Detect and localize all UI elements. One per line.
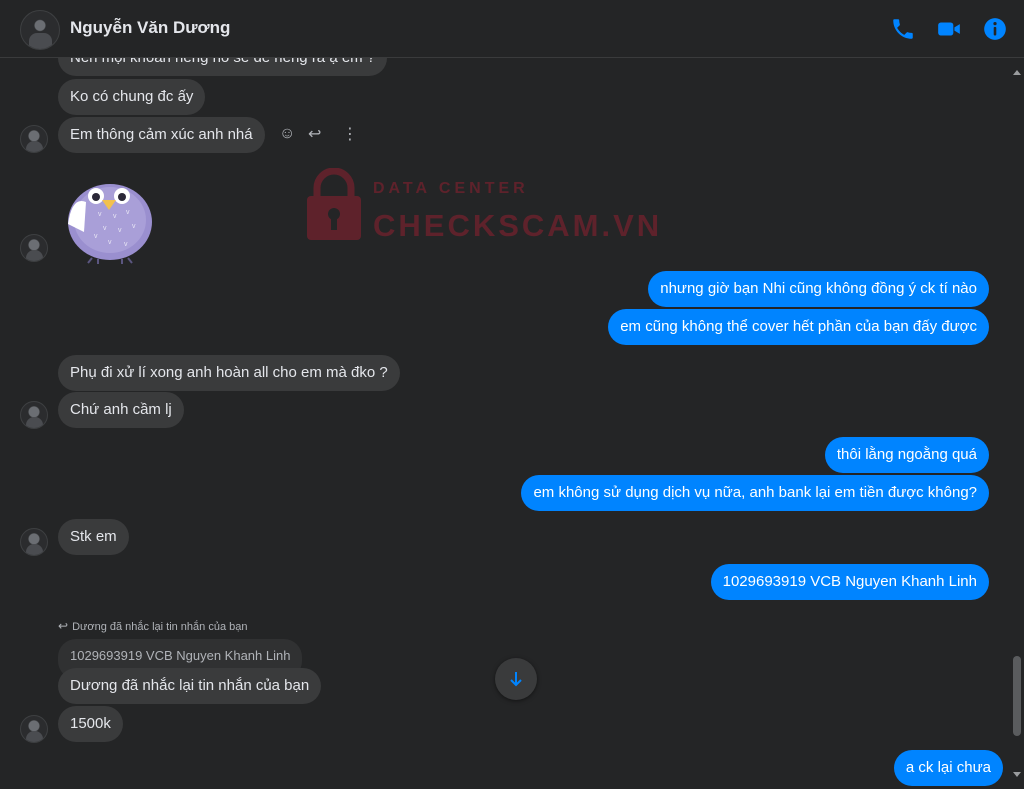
message-incoming[interactable]: Dương đã nhắc lại tin nhắn của bạn bbox=[58, 668, 322, 704]
owl-sticker[interactable]: vvv vvv vvv bbox=[58, 166, 158, 264]
more-options-icon[interactable]: ⋮ bbox=[342, 124, 358, 144]
sender-avatar[interactable] bbox=[20, 125, 48, 153]
sender-avatar[interactable] bbox=[20, 401, 48, 429]
svg-text:v: v bbox=[124, 241, 128, 248]
message-incoming[interactable]: Em thông cảm xúc anh nhá bbox=[58, 117, 265, 153]
svg-text:v: v bbox=[98, 211, 102, 218]
message-incoming[interactable]: Ko có chung đc ấy bbox=[58, 79, 206, 115]
message-incoming[interactable]: Nên mọi khoản riêng nó sẽ để riêng ra ạ … bbox=[58, 58, 388, 76]
message-outgoing[interactable]: thôi lằng ngoằng quá bbox=[824, 437, 989, 473]
phone-icon[interactable] bbox=[890, 16, 916, 42]
message-incoming[interactable]: Phụ đi xử lí xong anh hoàn all cho em mà… bbox=[58, 355, 400, 391]
svg-text:v: v bbox=[118, 227, 122, 234]
sender-avatar[interactable] bbox=[20, 715, 48, 743]
reply-icon: ↩ bbox=[58, 619, 69, 633]
conversation-header: Nguyễn Văn Dương bbox=[0, 0, 1024, 58]
react-emoji-icon[interactable]: ☺ bbox=[279, 125, 295, 143]
message-outgoing[interactable]: nhưng giờ bạn Nhi cũng không đồng ý ck t… bbox=[648, 271, 989, 307]
message-incoming[interactable]: Chứ anh cầm lj bbox=[58, 392, 184, 428]
scroll-to-bottom-button[interactable] bbox=[495, 658, 537, 700]
svg-text:v: v bbox=[113, 213, 117, 220]
svg-text:v: v bbox=[103, 225, 107, 232]
svg-text:v: v bbox=[94, 233, 98, 240]
message-outgoing[interactable]: em cũng không thể cover hết phần của bạn… bbox=[608, 309, 989, 345]
watermark-title: CHECKSCAM.VN bbox=[373, 208, 663, 243]
svg-text:v: v bbox=[132, 223, 136, 230]
message-incoming[interactable]: Stk em bbox=[58, 519, 129, 555]
message-outgoing[interactable]: em không sử dụng dịch vụ nữa, anh bank l… bbox=[521, 475, 989, 511]
reply-icon[interactable]: ↩ bbox=[308, 124, 321, 144]
svg-text:v: v bbox=[108, 239, 112, 246]
watermark: DATA CENTER CHECKSCAM.VN bbox=[305, 164, 659, 244]
contact-name[interactable]: Nguyễn Văn Dương bbox=[70, 18, 230, 38]
scrollbar-thumb[interactable] bbox=[1013, 656, 1021, 736]
sender-avatar[interactable] bbox=[20, 528, 48, 556]
reply-note: ↩ Dương đã nhắc lại tin nhắn của bạn bbox=[58, 619, 247, 633]
video-call-icon[interactable] bbox=[936, 16, 962, 42]
scroll-down-arrow[interactable] bbox=[1013, 772, 1021, 777]
arrow-down-icon bbox=[510, 672, 522, 687]
message-outgoing[interactable]: 1029693919 VCB Nguyen Khanh Linh bbox=[710, 564, 989, 600]
reply-note-text: Dương đã nhắc lại tin nhắn của bạn bbox=[72, 621, 248, 633]
svg-text:v: v bbox=[126, 209, 130, 216]
message-outgoing[interactable]: a ck lại chưa bbox=[893, 750, 1003, 786]
sender-avatar[interactable] bbox=[20, 234, 48, 262]
message-incoming[interactable]: 1500k bbox=[58, 706, 123, 742]
watermark-subtitle: DATA CENTER bbox=[373, 180, 529, 197]
contact-avatar[interactable] bbox=[20, 10, 60, 50]
scroll-up-arrow[interactable] bbox=[1013, 70, 1021, 75]
scrollbar[interactable] bbox=[1010, 58, 1024, 789]
info-icon[interactable] bbox=[982, 16, 1008, 42]
lock-icon bbox=[307, 168, 361, 240]
